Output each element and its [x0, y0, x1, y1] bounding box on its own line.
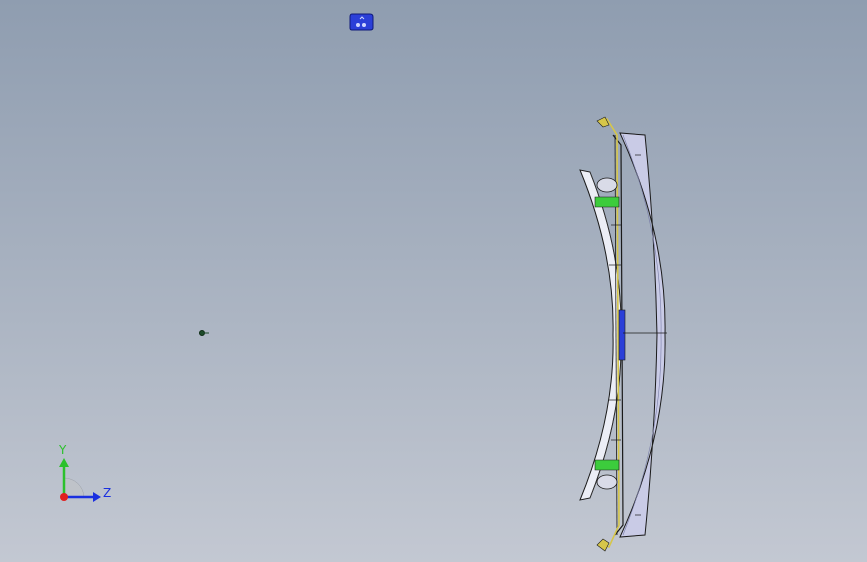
- triad-y-label: Y: [59, 443, 67, 457]
- small-bracket-part[interactable]: [349, 13, 374, 31]
- bumper-beam-model[interactable]: [575, 115, 675, 555]
- graphics-viewport[interactable]: Y Z: [0, 0, 867, 562]
- origin-marker: [199, 330, 209, 336]
- triad-z-label: Z: [103, 486, 112, 500]
